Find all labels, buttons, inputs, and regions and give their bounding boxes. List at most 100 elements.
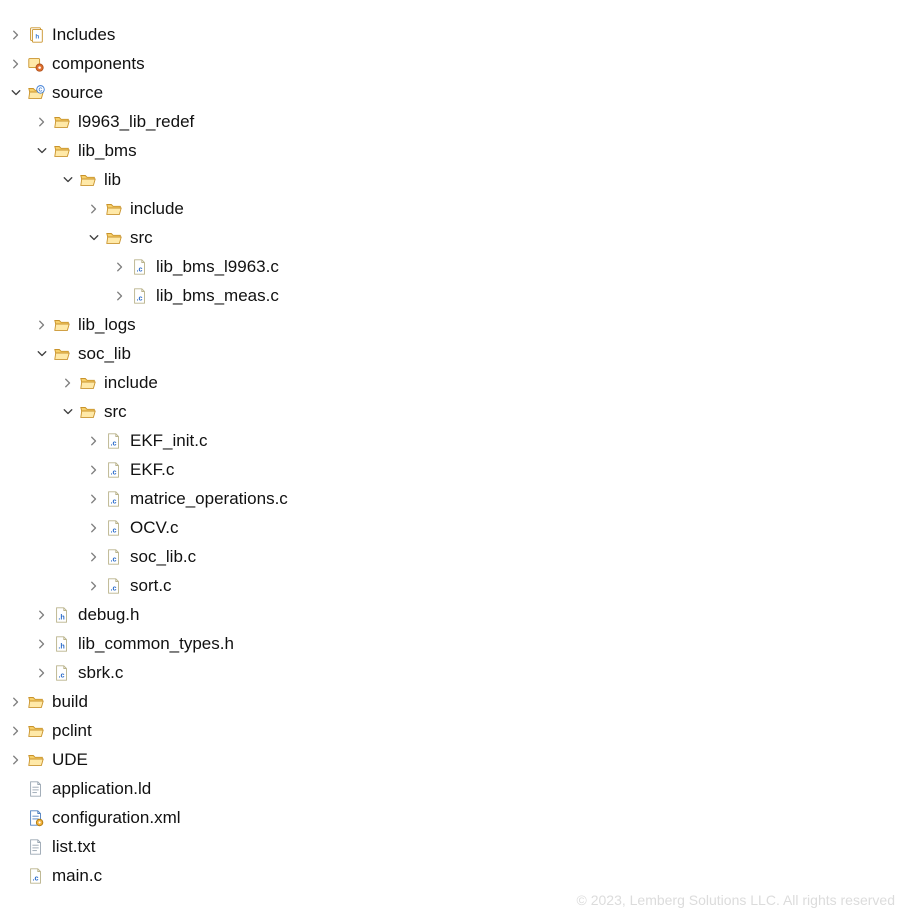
tree-item[interactable]: main.c: [8, 861, 911, 890]
tree-item[interactable]: application.ld: [8, 774, 911, 803]
config-file-icon: [26, 808, 46, 828]
folder-icon: [52, 344, 72, 364]
c-file-icon: [104, 518, 124, 538]
c-file-icon: [26, 866, 46, 886]
tree-item[interactable]: sbrk.c: [8, 658, 911, 687]
copyright-footer: © 2023, Lemberg Solutions LLC. All right…: [577, 892, 896, 908]
tree-item-label: sbrk.c: [78, 663, 123, 683]
tree-item[interactable]: components: [8, 49, 911, 78]
expand-arrow-icon[interactable]: [34, 607, 50, 623]
tree-item[interactable]: lib_bms_meas.c: [8, 281, 911, 310]
tree-item[interactable]: lib_bms: [8, 136, 911, 165]
tree-item[interactable]: soc_lib.c: [8, 542, 911, 571]
tree-item[interactable]: EKF.c: [8, 455, 911, 484]
tree-item-label: source: [52, 83, 103, 103]
c-file-icon: [104, 576, 124, 596]
tree-item[interactable]: source: [8, 78, 911, 107]
expand-arrow-icon[interactable]: [112, 288, 128, 304]
tree-item-label: EKF_init.c: [130, 431, 207, 451]
expand-arrow-icon[interactable]: [86, 549, 102, 565]
tree-item[interactable]: EKF_init.c: [8, 426, 911, 455]
tree-item-label: sort.c: [130, 576, 172, 596]
expand-arrow-icon[interactable]: [112, 259, 128, 275]
expand-arrow-icon[interactable]: [86, 462, 102, 478]
tree-item[interactable]: matrice_operations.c: [8, 484, 911, 513]
tree-item-label: src: [104, 402, 127, 422]
expand-arrow-icon[interactable]: [60, 375, 76, 391]
tree-item[interactable]: l9963_lib_redef: [8, 107, 911, 136]
tree-item[interactable]: include: [8, 194, 911, 223]
expand-arrow-icon[interactable]: [8, 27, 24, 43]
tree-item-label: lib_logs: [78, 315, 136, 335]
tree-item[interactable]: build: [8, 687, 911, 716]
folder-icon: [78, 402, 98, 422]
tree-item[interactable]: list.txt: [8, 832, 911, 861]
tree-item[interactable]: lib_common_types.h: [8, 629, 911, 658]
c-file-icon: [130, 257, 150, 277]
tree-item[interactable]: Includes: [8, 20, 911, 49]
folder-icon: [26, 750, 46, 770]
expand-arrow-icon[interactable]: [86, 433, 102, 449]
collapse-arrow-icon[interactable]: [60, 404, 76, 420]
folder-icon: [104, 228, 124, 248]
no-arrow: [8, 810, 24, 826]
tree-item[interactable]: src: [8, 397, 911, 426]
tree-item-label: components: [52, 54, 145, 74]
tree-item[interactable]: soc_lib: [8, 339, 911, 368]
h-file-icon: [52, 605, 72, 625]
tree-item-label: l9963_lib_redef: [78, 112, 194, 132]
expand-arrow-icon[interactable]: [8, 56, 24, 72]
collapse-arrow-icon[interactable]: [86, 230, 102, 246]
tree-item[interactable]: OCV.c: [8, 513, 911, 542]
tree-item-label: EKF.c: [130, 460, 174, 480]
tree-item[interactable]: src: [8, 223, 911, 252]
tree-item-label: include: [130, 199, 184, 219]
tree-item[interactable]: pclint: [8, 716, 911, 745]
expand-arrow-icon[interactable]: [34, 317, 50, 333]
h-file-icon: [52, 634, 72, 654]
tree-item-label: lib_bms_meas.c: [156, 286, 279, 306]
expand-arrow-icon[interactable]: [34, 114, 50, 130]
tree-item[interactable]: configuration.xml: [8, 803, 911, 832]
tree-item[interactable]: UDE: [8, 745, 911, 774]
expand-arrow-icon[interactable]: [34, 636, 50, 652]
tree-item-label: lib_bms: [78, 141, 137, 161]
tree-item-label: src: [130, 228, 153, 248]
expand-arrow-icon[interactable]: [86, 520, 102, 536]
tree-item-label: include: [104, 373, 158, 393]
tree-item-label: lib_common_types.h: [78, 634, 234, 654]
tree-item[interactable]: lib: [8, 165, 911, 194]
tree-item[interactable]: debug.h: [8, 600, 911, 629]
c-file-icon: [104, 489, 124, 509]
tree-item[interactable]: lib_logs: [8, 310, 911, 339]
expand-arrow-icon[interactable]: [34, 665, 50, 681]
expand-arrow-icon[interactable]: [86, 491, 102, 507]
folder-icon: [78, 373, 98, 393]
folder-icon: [104, 199, 124, 219]
no-arrow: [8, 781, 24, 797]
expand-arrow-icon[interactable]: [8, 694, 24, 710]
tree-item[interactable]: sort.c: [8, 571, 911, 600]
c-file-icon: [104, 460, 124, 480]
project-tree[interactable]: Includes components source l9963_lib_redefl…: [0, 0, 911, 890]
expand-arrow-icon[interactable]: [86, 201, 102, 217]
tree-item-label: main.c: [52, 866, 102, 886]
tree-item-label: list.txt: [52, 837, 95, 857]
tree-item-label: Includes: [52, 25, 115, 45]
collapse-arrow-icon[interactable]: [8, 85, 24, 101]
expand-arrow-icon[interactable]: [8, 723, 24, 739]
folder-icon: [26, 692, 46, 712]
tree-item[interactable]: include: [8, 368, 911, 397]
includes-icon: [26, 25, 46, 45]
c-file-icon: [130, 286, 150, 306]
tree-item[interactable]: lib_bms_l9963.c: [8, 252, 911, 281]
tree-item-label: OCV.c: [130, 518, 179, 538]
tree-item-label: lib_bms_l9963.c: [156, 257, 279, 277]
expand-arrow-icon[interactable]: [8, 752, 24, 768]
expand-arrow-icon[interactable]: [86, 578, 102, 594]
tree-item-label: soc_lib: [78, 344, 131, 364]
collapse-arrow-icon[interactable]: [34, 346, 50, 362]
collapse-arrow-icon[interactable]: [34, 143, 50, 159]
component-icon: [26, 54, 46, 74]
collapse-arrow-icon[interactable]: [60, 172, 76, 188]
